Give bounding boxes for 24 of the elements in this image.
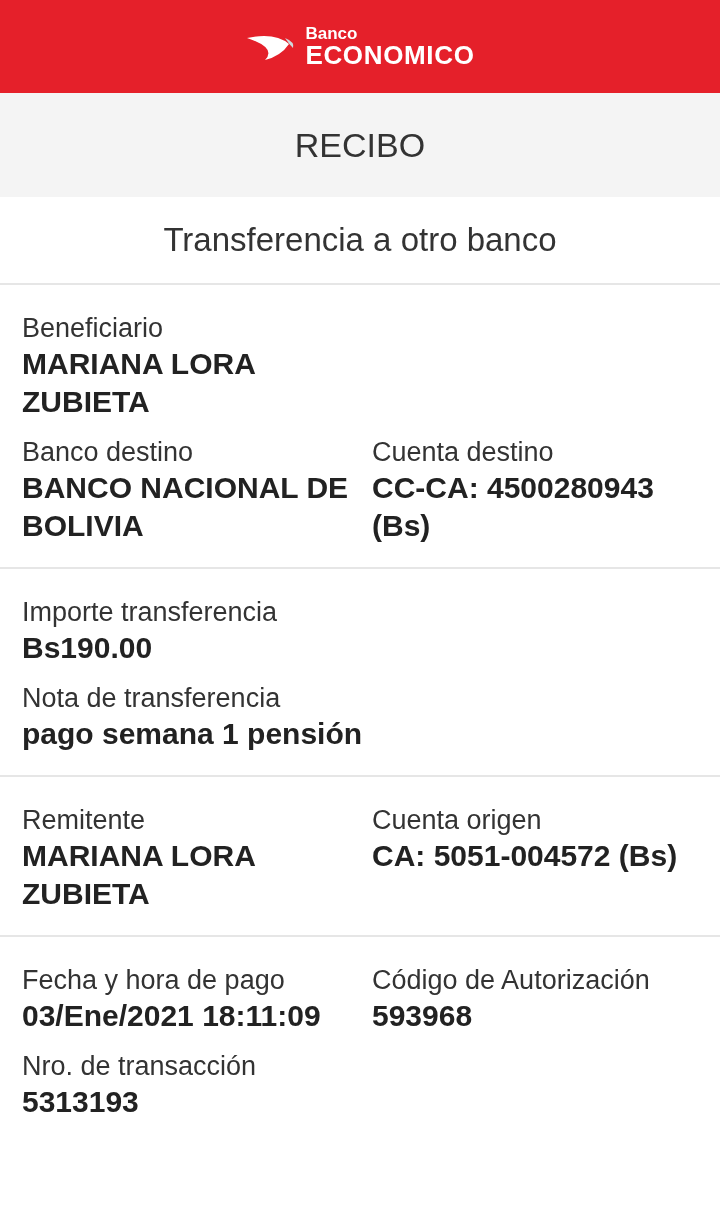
field-label: Remitente (22, 804, 147, 837)
field-value: MARIANA LORA ZUBIETA (22, 838, 256, 912)
field-value: MARIANA LORA ZUBIETA (22, 346, 256, 420)
brand-name: ECONOMICO (305, 42, 475, 68)
field-label: Fecha y hora de pago (22, 964, 286, 997)
field-label: Nro. de transacción (22, 1050, 258, 1083)
field-label: Cuenta destino (372, 436, 555, 469)
field-value: Bs190.00 (22, 630, 154, 666)
brand-small: Banco (305, 25, 359, 42)
field-value: pago semana 1 pensión (22, 716, 364, 752)
field-label: Beneficiario (22, 312, 165, 345)
field-value: 03/Ene/2021 18:11:09 (22, 998, 322, 1034)
field-label: Banco destino (22, 436, 195, 469)
field-value: CA: 5051-004572 (Bs) (372, 838, 679, 874)
field-label: Código de Autorización (372, 964, 651, 997)
field-value: 5313193 (22, 1084, 140, 1120)
field-label: Importe transferencia (22, 596, 279, 629)
field-value: 593968 (372, 998, 474, 1034)
field-label: Cuenta origen (372, 804, 543, 837)
receipt-subtitle: Transferencia a otro banco (163, 220, 557, 261)
page-title: RECIBO (294, 124, 426, 166)
field-value: BANCO NACIONAL DE BOLIVIA (22, 470, 350, 544)
field-value: CC-CA: 4500280943 (Bs) (372, 470, 655, 544)
field-label: Nota de transferencia (22, 682, 282, 715)
